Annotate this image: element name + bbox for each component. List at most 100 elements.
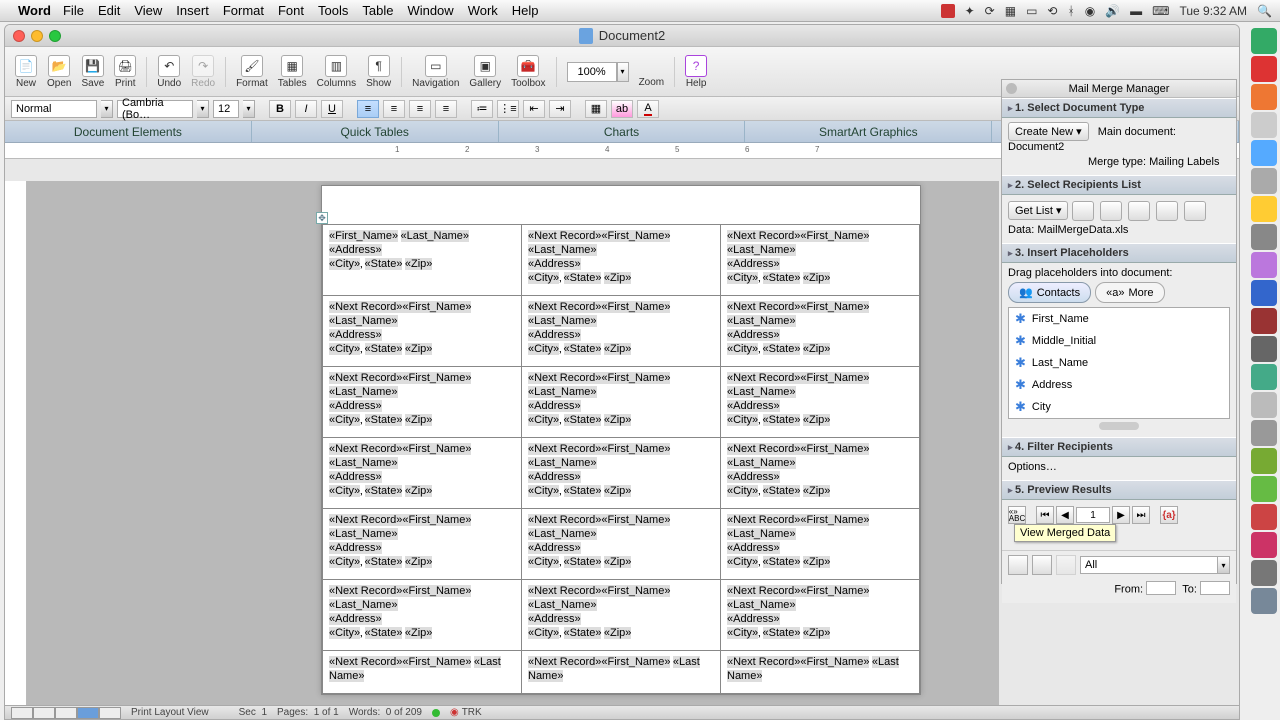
dock-indesign-icon[interactable] (1251, 308, 1277, 334)
menu-view[interactable]: View (134, 3, 162, 18)
view-print-layout-button[interactable] (77, 707, 99, 719)
sync-icon[interactable]: ⟳ (985, 4, 995, 18)
dock-app-icon[interactable] (1251, 252, 1277, 278)
open-button[interactable]: 📂Open (47, 55, 71, 89)
label-cell[interactable]: «Next Record»«First_Name» «Last_Name»«Ad… (522, 580, 721, 651)
field-first-name[interactable]: ✱First_Name (1009, 308, 1229, 330)
menu-insert[interactable]: Insert (176, 3, 209, 18)
menu-table[interactable]: Table (362, 3, 393, 18)
zoom-input[interactable] (567, 62, 617, 82)
gallery-button[interactable]: ▣Gallery (469, 55, 501, 89)
dock-app-icon[interactable] (1251, 392, 1277, 418)
align-justify-button[interactable]: ≡ (435, 100, 457, 118)
italic-button[interactable]: I (295, 100, 317, 118)
menu-edit[interactable]: Edit (98, 3, 120, 18)
keyboard-icon[interactable]: ⌨ (1152, 4, 1169, 18)
menu-window[interactable]: Window (407, 3, 453, 18)
navigation-button[interactable]: ▭Navigation (412, 55, 459, 89)
dock-app-icon[interactable] (1251, 476, 1277, 502)
style-dropdown-arrow[interactable]: ▾ (101, 100, 113, 118)
merge-to-printer-icon[interactable] (1008, 555, 1028, 575)
menu-help[interactable]: Help (512, 3, 539, 18)
volume-icon[interactable]: 🔊 (1105, 4, 1120, 18)
label-cell[interactable]: «Next Record»«First_Name» «Last_Name»«Ad… (721, 509, 920, 580)
field-city[interactable]: ✱City (1009, 396, 1229, 418)
dock-app-icon[interactable] (1251, 420, 1277, 446)
save-button[interactable]: 💾Save (81, 55, 104, 89)
view-merged-data-button[interactable]: «»ABC (1008, 506, 1026, 524)
bulleted-list-button[interactable]: ⋮≡ (497, 100, 519, 118)
track-changes-indicator[interactable]: ◉TRK (450, 707, 482, 718)
label-cell[interactable]: «Next Record»«First_Name» «Last_Name»«Ad… (323, 367, 522, 438)
label-cell[interactable]: «Next Record»«First_Name» «Last_Name»«Ad… (721, 296, 920, 367)
create-new-button[interactable]: Create New ▾ (1008, 122, 1089, 141)
edit-data-source-icon[interactable] (1100, 201, 1122, 221)
font-size-dropdown[interactable]: 12 (213, 100, 239, 118)
label-cell[interactable]: «Next Record»«First_Name» «Last_Name»«Ad… (323, 438, 522, 509)
align-left-button[interactable]: ≡ (357, 100, 379, 118)
displays-icon[interactable]: ▭ (1026, 4, 1037, 18)
print-button[interactable]: 🖨Print (114, 55, 136, 89)
dock-app-icon[interactable] (1251, 224, 1277, 250)
font-dropdown[interactable]: Cambria (Bo… (117, 100, 193, 118)
dock-indesign2-icon[interactable] (1251, 532, 1277, 558)
view-draft-button[interactable] (11, 707, 33, 719)
label-cell[interactable]: «Next Record»«First_Name» «Last_Name»«Ad… (721, 225, 920, 296)
label-cell[interactable]: «Next Record»«First_Name» «Last_Name»«Ad… (721, 580, 920, 651)
label-cell[interactable]: «Next Record»«First_Name» «Last_Name»«Ad… (522, 367, 721, 438)
undo-button[interactable]: ↶Undo (157, 55, 181, 89)
contacts-tab[interactable]: 👥Contacts (1008, 282, 1091, 303)
tab-charts[interactable]: Charts (499, 121, 746, 142)
show-field-codes-button[interactable]: {a} (1160, 506, 1178, 524)
dock-app-icon[interactable] (1251, 560, 1277, 586)
wifi-icon[interactable]: ◉ (1085, 4, 1095, 18)
table-move-handle[interactable]: ✥ (316, 212, 328, 224)
label-cell[interactable]: «Next Record»«First_Name» «Last_Name»«Ad… (522, 509, 721, 580)
document-page[interactable]: ✥ «First_Name» «Last_Name»«Address»«City… (321, 185, 921, 695)
placeholder-fields-list[interactable]: ✱First_Name ✱Middle_Initial ✱Last_Name ✱… (1008, 307, 1230, 419)
validate-icon[interactable] (1184, 201, 1206, 221)
show-button[interactable]: ¶Show (366, 55, 391, 89)
label-cell[interactable]: «Next Record»«First_Name» «Last_Name»«Ad… (522, 296, 721, 367)
bluetooth-icon[interactable]: ᚼ (1067, 4, 1074, 18)
tab-document-elements[interactable]: Document Elements (5, 121, 252, 142)
dock-app-icon[interactable] (1251, 448, 1277, 474)
label-cell[interactable]: «Next Record»«First_Name» «Last_Name»«Ad… (522, 438, 721, 509)
label-cell[interactable]: «Next Record»«First_Name» «Last_Name»«Ad… (323, 509, 522, 580)
new-button[interactable]: 📄New (15, 55, 37, 89)
panel-close-button[interactable] (1006, 83, 1017, 94)
align-right-button[interactable]: ≡ (409, 100, 431, 118)
label-cell[interactable]: «Next Record»«First_Name» «Last_Name»«Ad… (323, 296, 522, 367)
view-notebook-button[interactable] (99, 707, 121, 719)
from-input[interactable] (1146, 581, 1176, 595)
label-cell[interactable]: «Next Record»«First_Name» «Last_Name»«Ad… (522, 225, 721, 296)
menu-file[interactable]: File (63, 3, 84, 18)
increase-indent-button[interactable]: ⇥ (549, 100, 571, 118)
menu-tools[interactable]: Tools (318, 3, 348, 18)
clock[interactable]: Tue 9:32 AM (1179, 4, 1247, 18)
view-publishing-button[interactable] (55, 707, 77, 719)
merge-to-email-icon[interactable] (1056, 555, 1076, 575)
dock-app-icon[interactable] (1251, 28, 1277, 54)
dock-acrobat-icon[interactable] (1251, 504, 1277, 530)
label-cell[interactable]: «Next Record»«First_Name» «Last_Name»«Ad… (721, 367, 920, 438)
label-cell[interactable]: «Next Record»«First_Name» «Last_Name»«Ad… (721, 438, 920, 509)
filter-options-link[interactable]: Options… (1008, 461, 1230, 473)
dock-app-icon[interactable] (1251, 364, 1277, 390)
toolbox-button[interactable]: 🧰Toolbox (511, 55, 545, 89)
decrease-indent-button[interactable]: ⇤ (523, 100, 545, 118)
document-area[interactable]: ✥ «First_Name» «Last_Name»«Address»«City… (27, 181, 999, 707)
to-input[interactable] (1200, 581, 1230, 595)
spotlight-icon[interactable]: 🔍 (1257, 4, 1272, 18)
merge-to-document-icon[interactable] (1032, 555, 1052, 575)
merge-range-dropdown-arrow[interactable]: ▾ (1218, 556, 1230, 574)
underline-button[interactable]: U (321, 100, 343, 118)
font-dropdown-arrow[interactable]: ▾ (197, 100, 209, 118)
field-last-name[interactable]: ✱Last_Name (1009, 352, 1229, 374)
dock-firefox-icon[interactable] (1251, 84, 1277, 110)
tab-quick-tables[interactable]: Quick Tables (252, 121, 499, 142)
dock-app-icon[interactable] (1251, 588, 1277, 614)
first-record-button[interactable]: ⏮ (1036, 506, 1054, 524)
section-preview-results[interactable]: 5. Preview Results (1002, 480, 1236, 500)
align-center-button[interactable]: ≡ (383, 100, 405, 118)
